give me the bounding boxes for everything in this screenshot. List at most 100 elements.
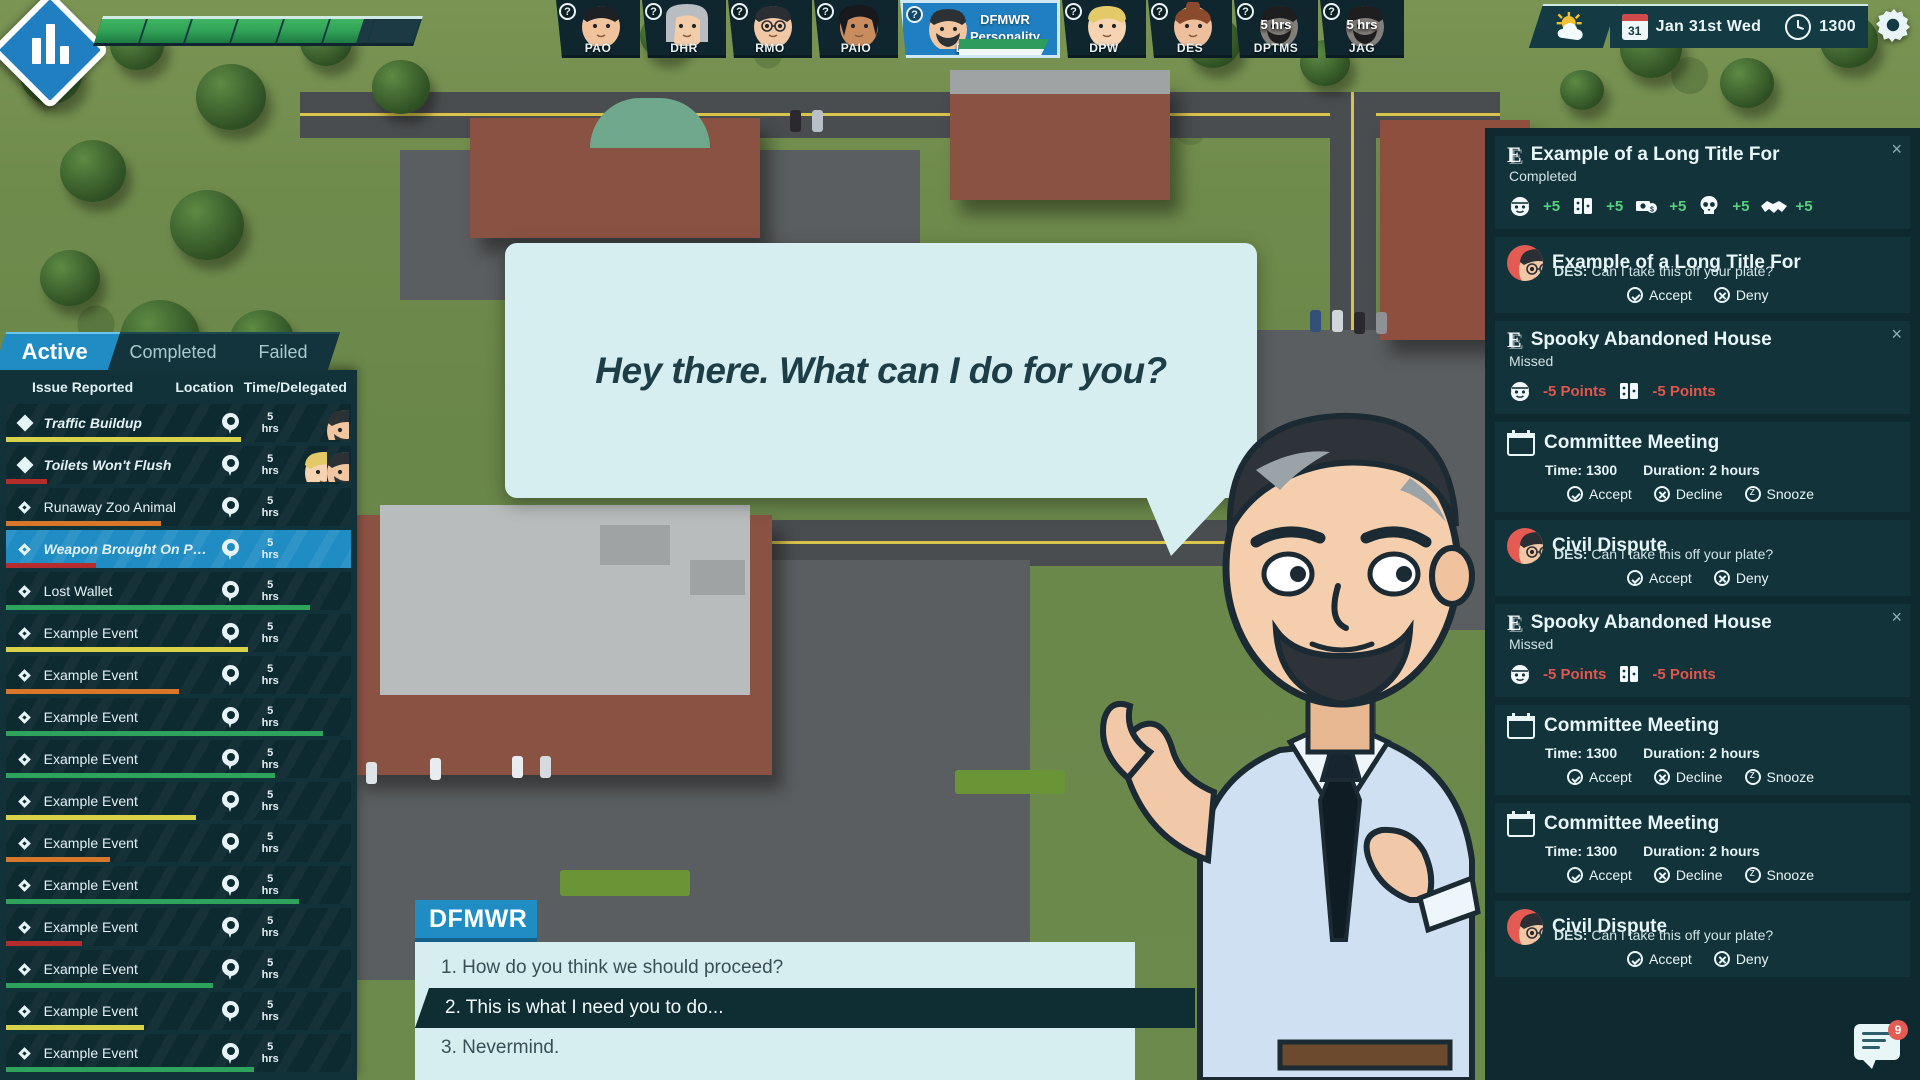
task-row[interactable]: Example Event 5 hrs	[6, 908, 351, 946]
action-accept[interactable]: Accept	[1627, 951, 1692, 967]
task-list[interactable]: Traffic Buildup 5 hrs Toilets Won't Flush…	[0, 404, 357, 1080]
notification-card-meeting[interactable]: Committee Meeting Time: 1300 Duration: 2…	[1495, 705, 1910, 795]
task-row[interactable]: Example Event 5 hrs	[6, 866, 351, 904]
staff-portrait-dptms[interactable]: ? 5 hrs DPTMS	[1234, 0, 1318, 58]
dialogue-box[interactable]: DFMWR 1. How do you think we should proc…	[415, 900, 1195, 1080]
task-tabs[interactable]: Active Completed Failed	[0, 332, 341, 370]
notification-actions[interactable]: Accept Decline Snooze	[1507, 769, 1898, 785]
close-icon[interactable]: ×	[1891, 140, 1902, 158]
close-icon[interactable]: ×	[1891, 608, 1902, 626]
task-row[interactable]: Example Event 5 hrs	[6, 824, 351, 862]
task-tab-completed[interactable]: Completed	[101, 332, 250, 370]
notification-card-request[interactable]: Civil Dispute DES: Can I take this off yo…	[1495, 520, 1910, 596]
weather-widget[interactable]	[1528, 4, 1617, 48]
action-decline[interactable]: Decline	[1653, 867, 1723, 883]
task-delegates[interactable]	[290, 908, 351, 946]
task-location-button[interactable]	[211, 916, 250, 938]
notification-actions[interactable]: Accept Decline Snooze	[1507, 867, 1898, 883]
notification-actions[interactable]: Accept Deny	[1507, 951, 1898, 967]
settings-button[interactable]	[1868, 0, 1920, 52]
action-deny[interactable]: Deny	[1713, 951, 1769, 967]
notification-actions[interactable]: Accept Deny	[1507, 570, 1898, 586]
notification-panel[interactable]: × E Example of a Long Title For Completed +…	[1485, 128, 1920, 1080]
action-snooze[interactable]: Snooze	[1744, 867, 1814, 883]
notification-actions[interactable]: Accept Decline Snooze	[1507, 486, 1898, 502]
task-delegates[interactable]	[290, 404, 351, 442]
dialogue-choices[interactable]: 1. How do you think we should proceed? 2.…	[415, 942, 1195, 1080]
task-delegates[interactable]	[290, 446, 351, 484]
task-location-button[interactable]	[211, 454, 250, 476]
dialogue-choice[interactable]: 2. This is what I need you to do...	[415, 988, 1195, 1028]
task-row[interactable]: Example Event 5 hrs	[6, 992, 351, 1030]
task-row[interactable]: Example Event 5 hrs	[6, 950, 351, 988]
task-location-button[interactable]	[211, 832, 250, 854]
task-location-button[interactable]	[211, 580, 250, 602]
action-decline[interactable]: Decline	[1653, 486, 1723, 502]
action-snooze[interactable]: Snooze	[1744, 486, 1814, 502]
task-row[interactable]: Traffic Buildup 5 hrs	[6, 404, 351, 442]
task-location-button[interactable]	[211, 1042, 250, 1064]
task-location-button[interactable]	[211, 664, 250, 686]
task-row[interactable]: Example Event 5 hrs	[6, 656, 351, 694]
notification-card-meeting[interactable]: Committee Meeting Time: 1300 Duration: 2…	[1495, 803, 1910, 893]
task-location-button[interactable]	[211, 1000, 250, 1022]
staff-portrait-bar[interactable]: ? PAO? DHR? RMO? PAIO? DFMWRDFMWRPersona	[556, 0, 1406, 58]
action-accept[interactable]: Accept	[1627, 287, 1692, 303]
task-delegates[interactable]	[290, 950, 351, 988]
dialogue-choice[interactable]: 3. Nevermind.	[415, 1028, 1135, 1068]
task-delegates[interactable]	[290, 614, 351, 652]
task-delegates[interactable]	[290, 488, 351, 526]
close-icon[interactable]: ×	[1891, 325, 1902, 343]
time-widget[interactable]: 1300	[1773, 4, 1868, 48]
chat-button[interactable]: 9	[1854, 1020, 1908, 1070]
task-row[interactable]: Example Event 5 hrs	[6, 1034, 351, 1072]
task-row[interactable]: Example Event 5 hrs	[6, 782, 351, 820]
action-snooze[interactable]: Snooze	[1744, 769, 1814, 785]
task-location-button[interactable]	[211, 790, 250, 812]
staff-portrait-paio[interactable]: ? PAIO	[814, 0, 898, 58]
notification-card-event[interactable]: × E Spooky Abandoned House Missed -5 Points…	[1495, 604, 1910, 697]
staff-portrait-dpw[interactable]: ? DPW	[1062, 0, 1146, 58]
task-row[interactable]: Example Event 5 hrs	[6, 614, 351, 652]
notification-card-request[interactable]: Civil Dispute DES: Can I take this off yo…	[1495, 901, 1910, 977]
action-deny[interactable]: Deny	[1713, 570, 1769, 586]
task-location-button[interactable]	[211, 748, 250, 770]
notification-card-request[interactable]: Example of a Long Title For DES: Can I ta…	[1495, 237, 1910, 313]
task-location-button[interactable]	[211, 958, 250, 980]
task-location-button[interactable]	[211, 538, 250, 560]
task-location-button[interactable]	[211, 706, 250, 728]
notification-actions[interactable]: Accept Deny	[1507, 287, 1898, 303]
task-location-button[interactable]	[211, 874, 250, 896]
staff-portrait-rmo[interactable]: ? RMO	[728, 0, 812, 58]
task-row[interactable]: Lost Wallet 5 hrs	[6, 572, 351, 610]
task-tab-failed[interactable]: Failed	[230, 332, 341, 370]
staff-portrait-jag[interactable]: ? 5 hrs JAG	[1320, 0, 1404, 58]
task-delegates[interactable]	[290, 992, 351, 1030]
task-location-button[interactable]	[211, 496, 250, 518]
staff-portrait-dhr[interactable]: ? DHR	[642, 0, 726, 58]
task-delegates[interactable]	[290, 782, 351, 820]
action-decline[interactable]: Decline	[1653, 769, 1723, 785]
delegate-avatar[interactable]	[315, 406, 350, 440]
task-location-button[interactable]	[211, 622, 250, 644]
task-delegates[interactable]	[290, 824, 351, 862]
task-delegates[interactable]	[290, 1034, 351, 1072]
task-tab-active[interactable]: Active	[0, 332, 121, 370]
dialogue-choice[interactable]: 1. How do you think we should proceed?	[415, 948, 1135, 988]
notification-card-event[interactable]: × E Example of a Long Title For Completed +…	[1495, 136, 1910, 229]
action-accept[interactable]: Accept	[1567, 486, 1632, 502]
action-accept[interactable]: Accept	[1567, 769, 1632, 785]
staff-portrait-dfmwr[interactable]: ? DFMWRDFMWRPersonality	[900, 0, 1060, 58]
task-delegates[interactable]	[290, 740, 351, 778]
notification-card-event[interactable]: × E Spooky Abandoned House Missed -5 Points…	[1495, 321, 1910, 414]
task-row[interactable]: Example Event 5 hrs	[6, 698, 351, 736]
task-delegates[interactable]	[290, 530, 351, 568]
action-accept[interactable]: Accept	[1627, 570, 1692, 586]
task-delegates[interactable]	[290, 656, 351, 694]
task-row[interactable]: Weapon Brought On Post 5 hrs	[6, 530, 351, 568]
action-deny[interactable]: Deny	[1713, 287, 1769, 303]
task-row[interactable]: Toilets Won't Flush 5 hrs	[6, 446, 351, 484]
staff-portrait-pao[interactable]: ? PAO	[556, 0, 640, 58]
task-row[interactable]: Runaway Zoo Animal 5 hrs	[6, 488, 351, 526]
date-widget[interactable]: 31 Jan 31st Wed	[1609, 4, 1774, 48]
